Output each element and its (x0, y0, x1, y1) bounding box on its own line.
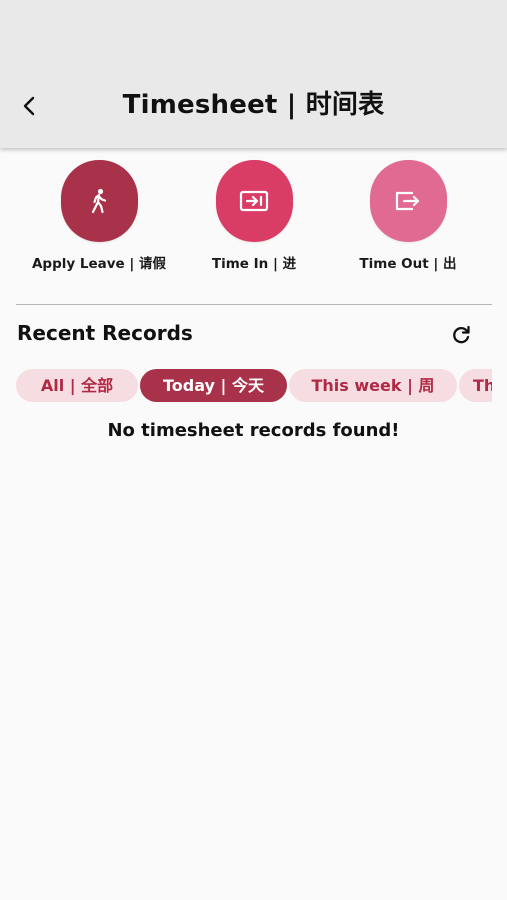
empty-records-message: No timesheet records found! (107, 420, 400, 441)
filter-chips: All | 全部 Today | 今天 This week | 周 Th (16, 369, 492, 403)
timesheet-screen: Timesheet | 时间表 Apply Leave | 请假 Time In… (0, 0, 507, 900)
refresh-icon (453, 325, 470, 344)
time-out-circle[interactable] (369, 160, 447, 242)
filter-chip-today[interactable]: Today | 今天 (140, 369, 287, 402)
apply-leave-circle[interactable] (60, 160, 138, 242)
apply-leave-button[interactable]: Apply Leave | 请假 (14, 160, 184, 272)
section-divider (16, 304, 492, 305)
filter-chip-this-week[interactable]: This week | 周 (289, 369, 457, 402)
filter-chip-partial[interactable]: Th (459, 369, 492, 402)
app-bar: Timesheet | 时间表 (0, 0, 507, 148)
time-out-label: Time Out | 出 (359, 256, 457, 272)
time-in-circle[interactable] (215, 160, 293, 242)
login-icon (239, 190, 269, 212)
time-in-label: Time In | 进 (211, 256, 297, 272)
apply-leave-label: Apply Leave | 请假 (31, 256, 167, 272)
page-title: Timesheet | 时间表 (122, 90, 385, 120)
action-buttons: Apply Leave | 请假 Time In | 进 Time Out | … (0, 160, 507, 280)
time-in-button[interactable]: Time In | 进 (169, 160, 339, 272)
filter-chip-all[interactable]: All | 全部 (16, 369, 138, 402)
refresh-button[interactable] (448, 322, 474, 348)
time-out-button[interactable]: Time Out | 出 (323, 160, 493, 272)
logout-icon (395, 191, 420, 211)
walking-person-icon (91, 188, 107, 214)
recent-records-title: Recent Records (17, 321, 193, 345)
